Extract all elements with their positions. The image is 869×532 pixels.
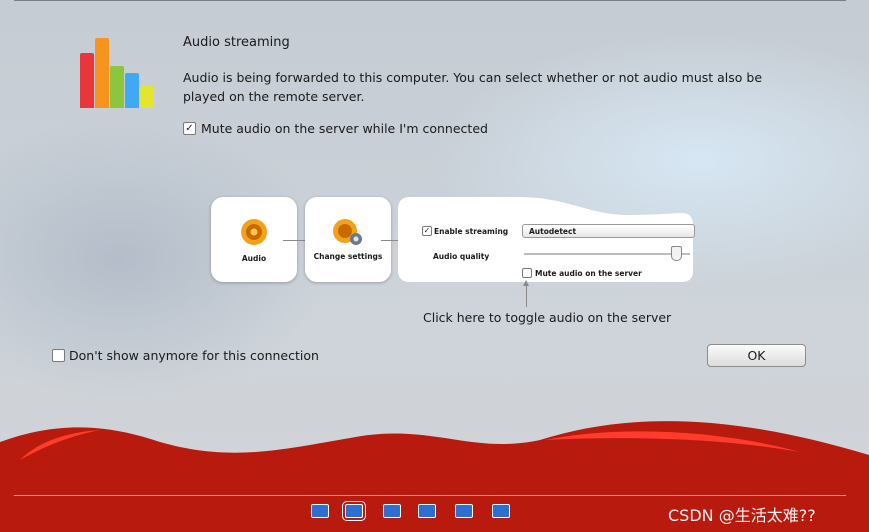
quality-dropdown-value: Autodetect <box>529 227 577 236</box>
logo-bar <box>110 66 124 108</box>
quality-slider-track <box>524 253 690 255</box>
settings-speaker-icon <box>333 219 362 245</box>
logo-bar <box>95 38 109 108</box>
footer-divider <box>14 495 846 496</box>
audio-logo-icon <box>78 38 160 116</box>
illustration-mute-label: Mute audio on the server <box>535 269 642 278</box>
keyboard-icon[interactable] <box>383 504 401 518</box>
quality-dropdown: Autodetect <box>522 224 695 238</box>
dont-show-label[interactable]: Don't show anymore for this connection <box>69 348 319 363</box>
watermark: CSDN @生活太难?? <box>668 506 816 525</box>
hint-arrow <box>526 283 527 307</box>
dialog-description: Audio is being forwarded to this compute… <box>183 70 763 104</box>
logo-bar <box>125 73 139 108</box>
ok-button[interactable]: OK <box>707 344 806 367</box>
hint-arrowhead <box>523 280 529 286</box>
mute-checkbox[interactable]: ✓ <box>183 122 196 135</box>
logo-bar <box>80 53 94 108</box>
logo-bar <box>140 86 154 108</box>
enable-streaming-label: Enable streaming <box>434 227 509 236</box>
enable-streaming-checkbox: ✓ <box>422 226 432 236</box>
dialog-title: Audio streaming <box>183 35 290 50</box>
settings-icon[interactable] <box>492 504 510 518</box>
mute-checkbox-label[interactable]: Mute audio on the server while I'm conne… <box>201 121 488 136</box>
illustration-mute-checkbox <box>522 268 532 278</box>
fullscreen-icon[interactable] <box>418 504 436 518</box>
minimize-icon[interactable] <box>455 504 473 518</box>
dont-show-checkbox[interactable] <box>52 349 65 362</box>
window-icon[interactable] <box>311 504 329 518</box>
fit-screen-icon[interactable] <box>342 501 366 521</box>
step-audio-label: Audio <box>241 254 267 263</box>
step-settings-label: Change settings <box>313 252 383 261</box>
quality-slider-knob <box>671 246 682 261</box>
audio-quality-label: Audio quality <box>433 252 490 261</box>
top-divider <box>14 0 846 1</box>
speaker-icon <box>241 219 267 245</box>
step-settings-card: Change settings <box>305 197 391 282</box>
hint-text: Click here to toggle audio on the server <box>423 310 672 325</box>
